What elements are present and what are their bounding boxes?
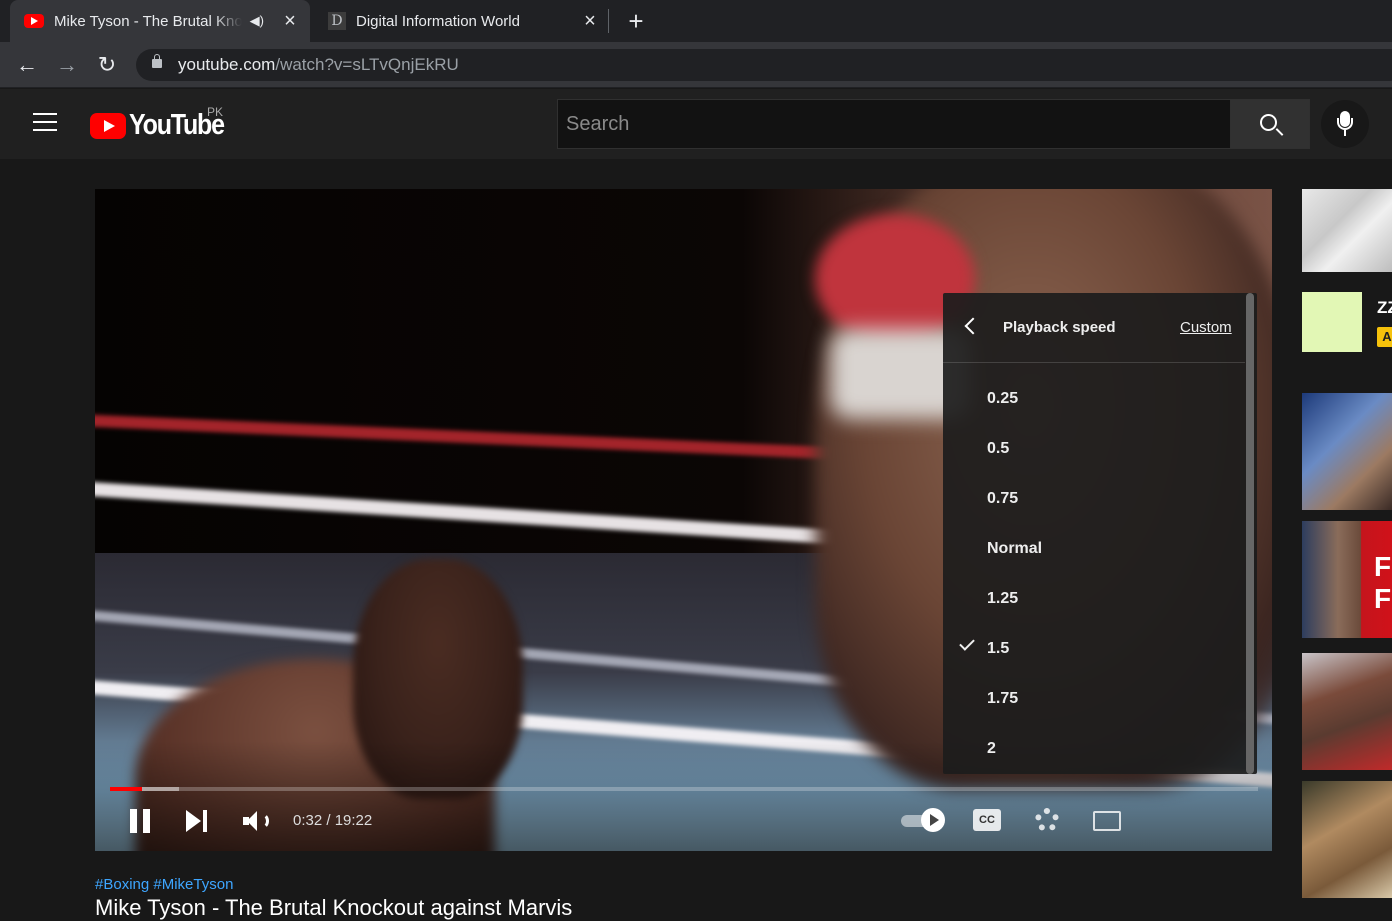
- speed-options-list: 0.25 0.5 0.75 Normal 1.25 1.5 1.75 2: [943, 373, 1245, 773]
- speed-option-1.25[interactable]: 1.25: [943, 573, 1245, 623]
- youtube-masthead: YouTube PK: [0, 89, 1392, 159]
- sidebar-ad-thumbnail[interactable]: [1302, 292, 1362, 352]
- next-video-icon[interactable]: [186, 810, 208, 832]
- autoplay-toggle[interactable]: [901, 808, 947, 832]
- speed-option-1.5[interactable]: 1.5: [943, 623, 1245, 673]
- speed-option-1.75[interactable]: 1.75: [943, 673, 1245, 723]
- sidebar-ad-banner[interactable]: [1302, 189, 1392, 272]
- subtitles-cc-button[interactable]: CC: [973, 809, 1001, 831]
- address-bar[interactable]: youtube.com/watch?v=sLTvQnjEkRU: [136, 49, 1392, 81]
- recommended-video-thumbnail[interactable]: [1302, 393, 1392, 510]
- browser-tab-strip: Mike Tyson - The Brutal Knockout against…: [0, 0, 1392, 42]
- speed-option-0.5[interactable]: 0.5: [943, 423, 1245, 473]
- speaker-icon[interactable]: ◀): [250, 13, 264, 29]
- autoplay-play-icon: [921, 808, 945, 832]
- voice-search-button[interactable]: [1321, 100, 1369, 148]
- speed-option-label: 1.75: [987, 690, 1019, 707]
- youtube-favicon-icon: [24, 14, 44, 28]
- lock-icon[interactable]: [152, 54, 162, 68]
- speed-option-label: 0.75: [987, 490, 1019, 507]
- microphone-stem: [1344, 130, 1346, 136]
- video-title: Mike Tyson - The Brutal Knockout against…: [95, 895, 573, 920]
- speed-option-normal[interactable]: Normal: [943, 523, 1245, 573]
- tab-title: Digital Information World: [356, 12, 520, 30]
- url-path: /watch?v=sLTvQnjEkRU: [275, 55, 459, 74]
- close-tab-icon[interactable]: ×: [278, 10, 302, 33]
- speed-option-0.25[interactable]: 0.25: [943, 373, 1245, 423]
- speed-option-label: 1.25: [987, 590, 1019, 607]
- pause-icon[interactable]: [129, 809, 151, 833]
- played-bar: [110, 787, 143, 791]
- reload-icon[interactable]: ↻: [94, 52, 120, 78]
- tab-title: Mike Tyson - The Brutal Knockout against…: [54, 12, 242, 30]
- back-arrow-icon[interactable]: ←: [14, 52, 40, 78]
- checkmark-icon: [959, 635, 975, 651]
- player-controls: 0:32 / 19:22 CC: [95, 795, 1272, 845]
- chevron-left-icon[interactable]: [964, 317, 982, 335]
- speed-option-label: Normal: [987, 540, 1043, 557]
- search-button[interactable]: [1230, 99, 1310, 149]
- youtube-logo[interactable]: YouTube: [90, 109, 225, 141]
- volume-icon[interactable]: [243, 809, 271, 833]
- youtube-play-logo-icon: [90, 112, 126, 139]
- ad-badge: A: [1377, 327, 1392, 347]
- search-box: [557, 99, 1231, 149]
- recommended-video-thumbnail[interactable]: [1302, 781, 1392, 898]
- speed-menu-scrollbar[interactable]: [1246, 293, 1254, 774]
- microphone-stand: [1337, 118, 1353, 130]
- speed-option-0.75[interactable]: 0.75: [943, 473, 1245, 523]
- speed-option-label: 0.25: [987, 390, 1019, 407]
- speed-option-label: 0.5: [987, 440, 1010, 457]
- speed-option-label: 2: [987, 740, 996, 757]
- thumbnail-text: FI FI: [1374, 551, 1392, 614]
- speed-option-2[interactable]: 2: [943, 723, 1245, 773]
- close-tab-icon[interactable]: ×: [578, 10, 602, 33]
- country-code: PK: [207, 105, 224, 119]
- recommended-video-thumbnail[interactable]: FI FI: [1302, 521, 1392, 638]
- hamburger-menu-icon[interactable]: [33, 113, 57, 133]
- speed-menu-header[interactable]: Playback speed Custom: [943, 293, 1245, 363]
- settings-gear-icon[interactable]: [1035, 808, 1059, 832]
- tab-divider: [608, 9, 609, 33]
- url-text[interactable]: youtube.com/watch?v=sLTvQnjEkRU: [178, 55, 459, 75]
- miniplayer-icon[interactable]: [1093, 811, 1121, 831]
- search-input[interactable]: [558, 100, 1230, 148]
- sidebar-ad-title[interactable]: ZZ: [1377, 298, 1392, 318]
- playback-speed-menu: Playback speed Custom 0.25 0.5 0.75 Norm…: [943, 293, 1257, 774]
- custom-speed-link[interactable]: Custom: [1180, 319, 1232, 336]
- volume-wave: [255, 813, 269, 829]
- forward-arrow-icon[interactable]: →: [54, 52, 80, 78]
- time-display: 0:32 / 19:22: [293, 812, 373, 829]
- speed-menu-title: Playback speed: [1003, 319, 1116, 336]
- progress-bar[interactable]: [110, 787, 1258, 791]
- new-tab-plus-icon[interactable]: +: [622, 7, 650, 35]
- search-icon: [1260, 114, 1277, 131]
- tab-youtube[interactable]: Mike Tyson - The Brutal Knockout against…: [10, 0, 310, 42]
- speed-option-label: 1.5: [987, 640, 1010, 657]
- browser-toolbar: ← → ↻ youtube.com/watch?v=sLTvQnjEkRU: [0, 42, 1392, 88]
- url-host: youtube.com: [178, 55, 276, 74]
- favicon-d-icon: D: [328, 12, 346, 30]
- video-hashtags[interactable]: #Boxing #MikeTyson: [95, 876, 233, 893]
- tab-digital-information-world[interactable]: D Digital Information World ×: [314, 0, 606, 42]
- recommended-video-thumbnail[interactable]: [1302, 653, 1392, 770]
